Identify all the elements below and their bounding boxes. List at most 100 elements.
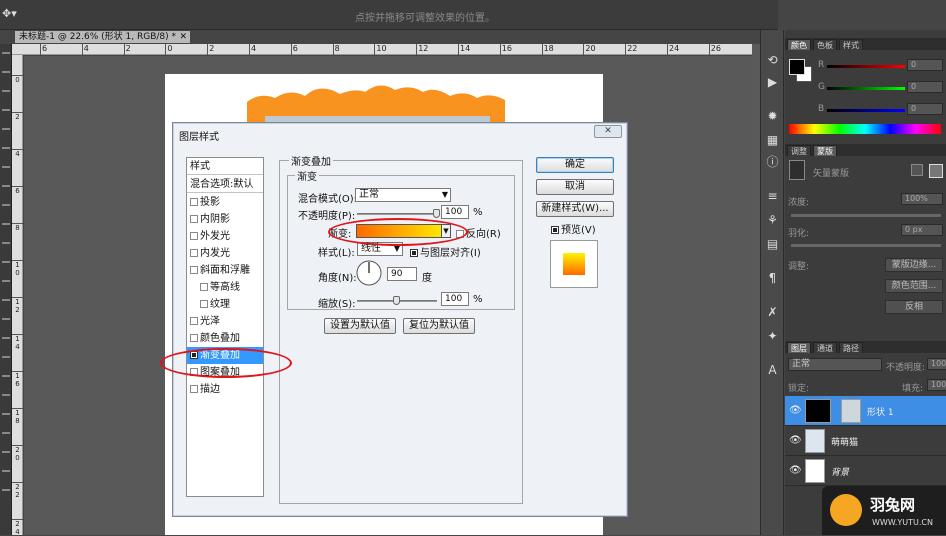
tab-channels[interactable]: 通道 [813,342,837,353]
style-item-checkbox[interactable] [190,334,198,342]
tool-icon[interactable] [2,413,10,415]
tool-presets-icon[interactable]: ▤ [764,236,781,252]
blend-mode-dropdown[interactable]: 正常 [788,358,882,371]
tool-icon[interactable] [2,147,10,149]
close-tab-icon[interactable]: ✕ [179,31,187,43]
brush-presets-icon[interactable]: ≡ [764,188,781,204]
ok-button[interactable]: 确定 [536,157,614,173]
tool-icon[interactable] [2,71,10,73]
visibility-eye-icon[interactable]: 👁 [789,435,802,446]
scale-slider-knob[interactable] [393,296,400,305]
tool-icon[interactable] [2,185,10,187]
clone-source-icon[interactable]: ⚘ [764,212,781,228]
visibility-eye-icon[interactable]: 👁 [789,465,802,476]
style-item-checkbox[interactable] [200,300,208,308]
density-slider[interactable] [791,214,941,217]
tool-icon[interactable] [2,242,10,244]
paragraph-icon[interactable]: ¶ [764,270,781,286]
layer-row[interactable]: 👁 萌萌猫 [785,426,946,456]
tab-adjustments[interactable]: 调整 [787,145,811,156]
histogram-icon[interactable]: ▦ [764,132,781,148]
move-tool-icon[interactable]: ✥▾ [2,7,17,20]
opacity-slider-track[interactable] [357,213,437,215]
tab-masks[interactable]: 蒙版 [813,145,837,156]
style-item-checkbox[interactable] [190,385,198,393]
invert-button[interactable]: 反相 [885,300,943,314]
style-item[interactable]: 内阴影 [187,211,263,228]
angle-dial[interactable] [355,259,383,287]
tab-layers[interactable]: 图层 [787,342,811,353]
add-vector-mask-icon[interactable] [929,164,943,178]
layers-opacity-value[interactable]: 100 [927,358,946,370]
angle-input[interactable]: 90 [387,267,417,281]
align-with-layer-checkbox[interactable] [410,249,418,257]
canvas-scrollbar[interactable] [752,44,760,535]
density-value[interactable]: 100% [901,193,943,205]
layer-row[interactable]: 👁 形状 1 [785,396,946,426]
color-range-button[interactable]: 颜色范围... [885,279,943,293]
tool-icon[interactable] [2,451,10,453]
style-item-checkbox[interactable] [190,232,198,240]
actions-icon[interactable]: ▶ [764,74,781,90]
tool-icon[interactable] [2,299,10,301]
tool-icon[interactable] [2,375,10,377]
navigator-icon[interactable]: ✹ [764,108,781,124]
green-value[interactable]: 0 [907,81,943,93]
style-item-checkbox[interactable] [190,249,198,257]
tab-swatches[interactable]: 色板 [813,39,837,50]
style-list-header[interactable]: 样式 [187,158,263,175]
red-value[interactable]: 0 [907,59,943,71]
style-item[interactable]: 内发光 [187,245,263,262]
tool-icon[interactable] [2,223,10,225]
character-icon[interactable]: A [764,362,781,378]
style-item[interactable]: 等高线 [187,279,263,296]
style-item-checkbox[interactable] [200,283,208,291]
tab-paths[interactable]: 路径 [839,342,863,353]
style-item[interactable]: 纹理 [187,296,263,313]
style-item-checkbox[interactable] [190,215,198,223]
tab-styles[interactable]: 样式 [839,39,863,50]
info-icon[interactable]: ⓘ [764,154,781,170]
tool-icon[interactable] [2,128,10,130]
red-slider[interactable] [827,65,905,68]
add-pixel-mask-icon[interactable] [911,164,923,176]
blend-options-item[interactable]: 混合选项:默认 [187,176,263,193]
feather-value[interactable]: 0 px [901,224,943,236]
tool-icon[interactable] [2,318,10,320]
tool-icon[interactable] [2,337,10,339]
blend-mode-select[interactable]: 正常 ▼ [355,188,451,202]
tool-icon[interactable] [2,470,10,472]
tool-icon[interactable] [2,204,10,206]
style-item-checkbox[interactable] [190,317,198,325]
style-item[interactable]: 外发光 [187,228,263,245]
history-icon[interactable]: ⟲ [764,52,781,68]
fill-value[interactable]: 100 [927,379,946,391]
scale-input[interactable]: 100 [441,292,469,306]
tool-icon[interactable] [2,109,10,111]
style-item[interactable]: 光泽 [187,313,263,330]
tool-icon[interactable] [2,52,10,54]
style-item[interactable]: 斜面和浮雕 [187,262,263,279]
reset-default-button[interactable]: 复位为默认值 [403,318,475,334]
tool-icon[interactable] [2,356,10,358]
new-style-button[interactable]: 新建样式(W)... [536,201,614,217]
style-item[interactable]: 投影 [187,194,263,211]
tool-icon[interactable] [2,394,10,396]
color-spectrum-bar[interactable] [789,124,941,134]
blue-slider[interactable] [827,109,905,112]
opacity-input[interactable]: 100 [441,205,469,219]
cancel-button[interactable]: 取消 [536,179,614,195]
tool-icon[interactable] [2,90,10,92]
tool-icon[interactable] [2,280,10,282]
style-item[interactable]: 颜色叠加 [187,330,263,347]
style-item-checkbox[interactable] [190,266,198,274]
vector-mask-thumbnail[interactable] [841,399,861,423]
set-default-button[interactable]: 设置为默认值 [324,318,396,334]
tab-color[interactable]: 颜色 [787,39,811,50]
opacity-slider-knob[interactable] [433,209,440,218]
dialog-close-button[interactable]: ✕ [594,125,622,138]
brushes-icon[interactable]: ✗ [764,304,781,320]
feather-slider[interactable] [791,244,941,247]
layer-row[interactable]: 👁 背景 [785,456,946,486]
green-slider[interactable] [827,87,905,90]
